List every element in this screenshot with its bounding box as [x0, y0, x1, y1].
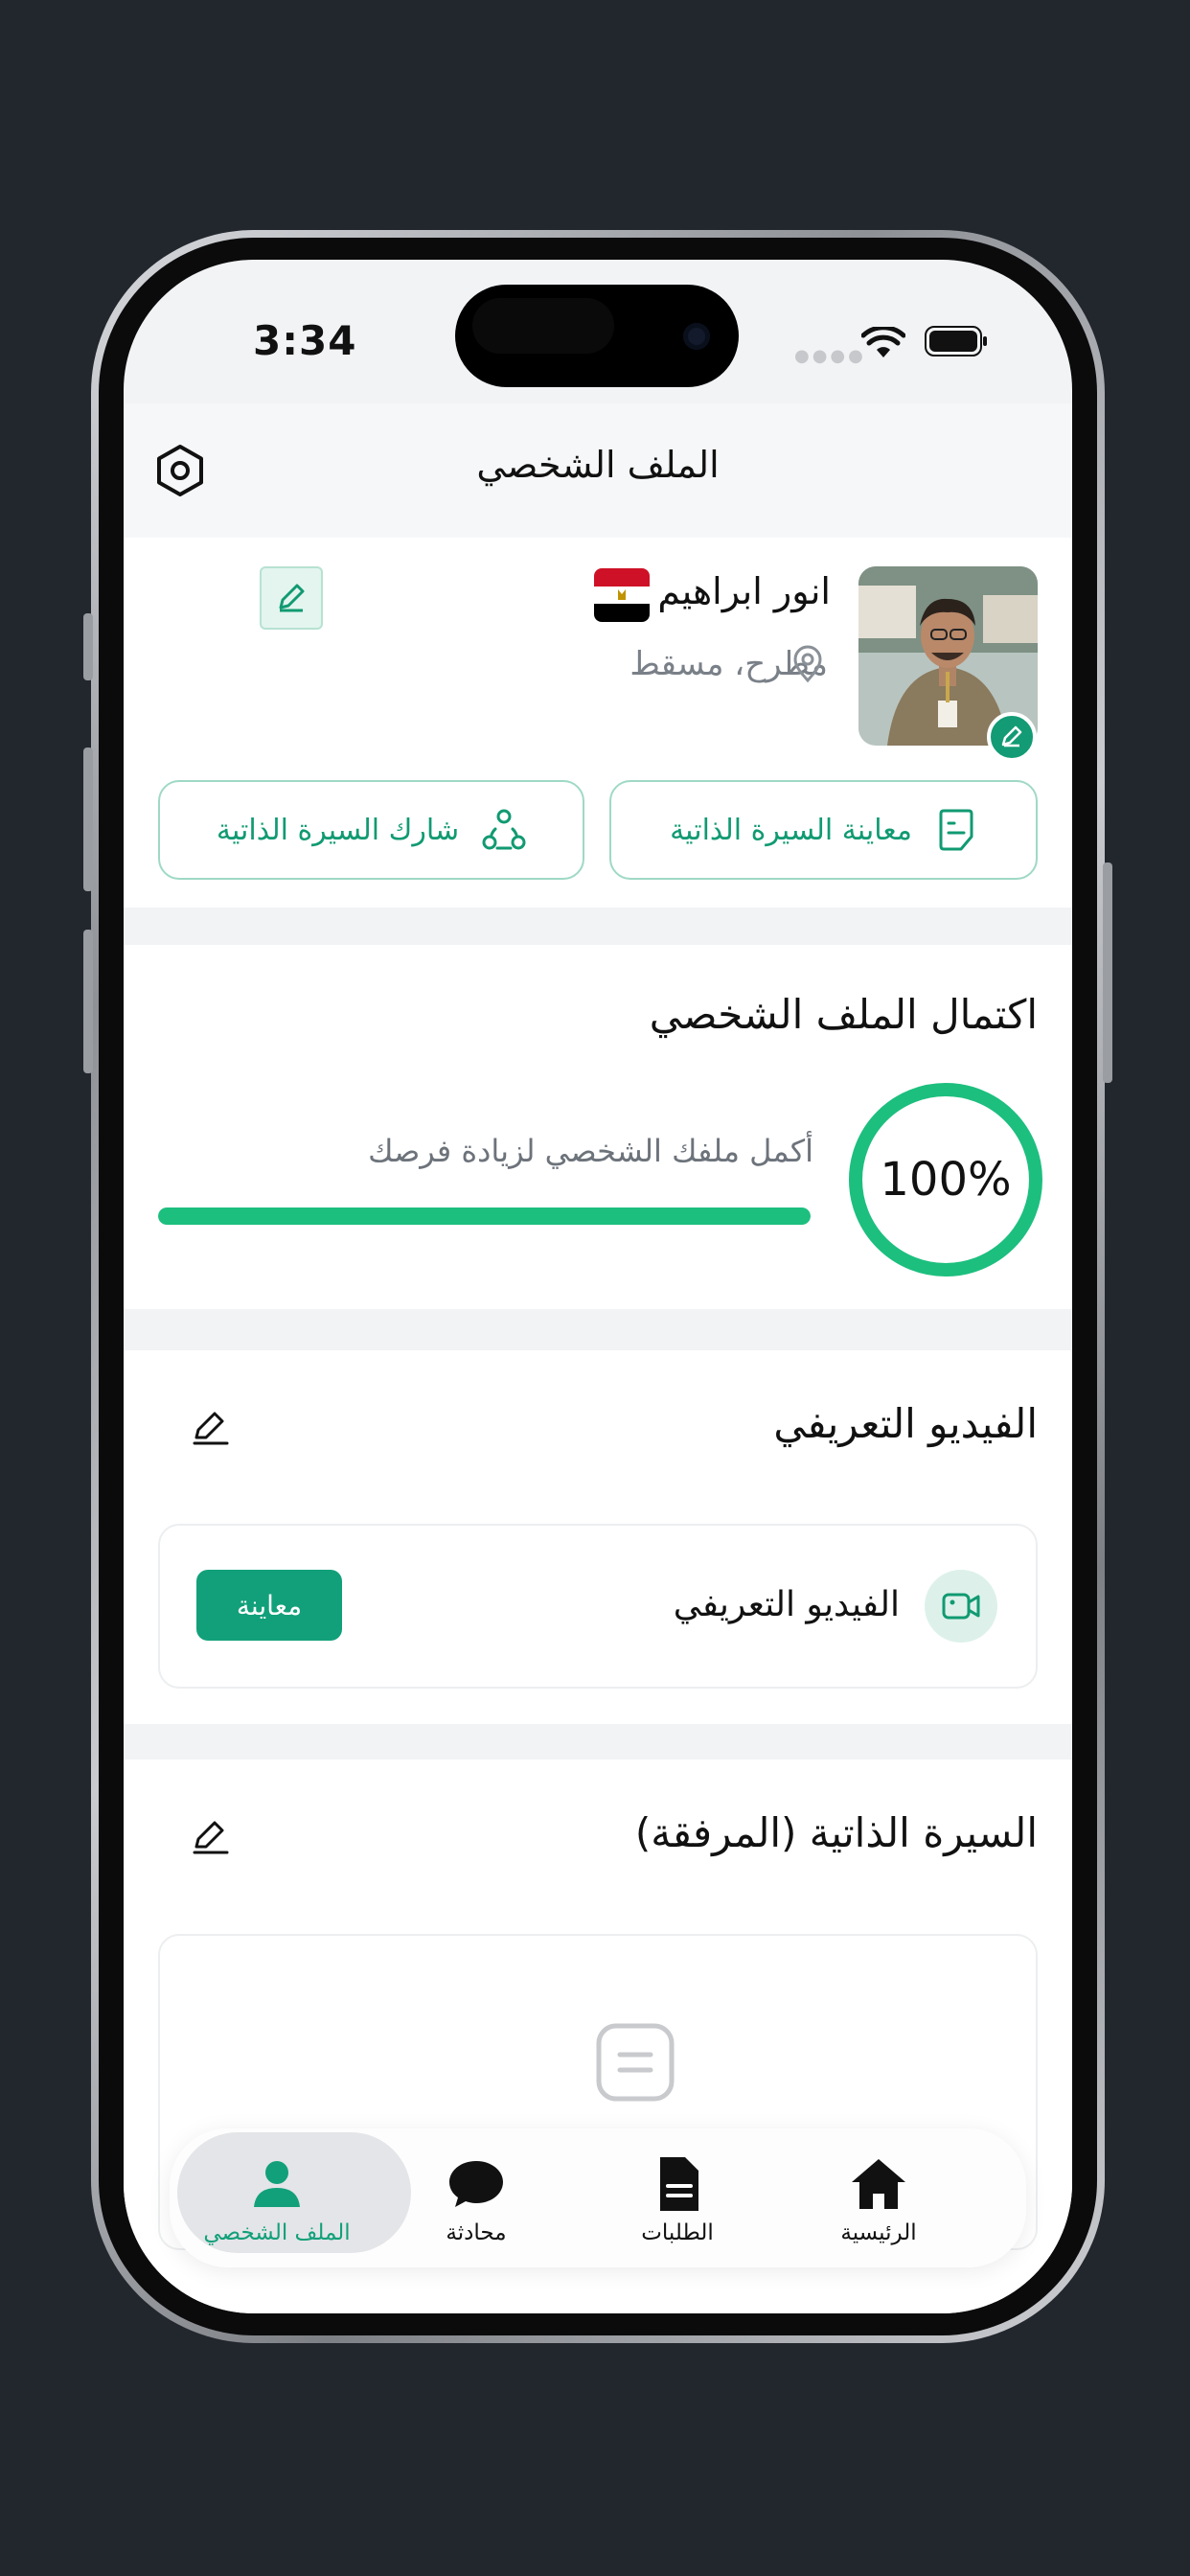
nav-item-requests[interactable]: الطلبات: [582, 2128, 773, 2267]
status-time: 3:34: [253, 317, 357, 364]
nav-label-home: الرئيسية: [840, 2220, 917, 2245]
preview-cv-label: معاينة السيرة الذاتية: [670, 813, 912, 847]
nav-item-profile[interactable]: الملف الشخصي: [181, 2128, 373, 2267]
edit-cv-pencil-icon[interactable]: [191, 1817, 231, 1857]
cv-section-title: السيرة الذاتية (المرفقة): [634, 1809, 1038, 1856]
video-preview-button[interactable]: معاينة: [196, 1570, 342, 1641]
phone-volume-down-button: [83, 930, 93, 1073]
video-item-label: الفيديو التعريفي: [673, 1585, 900, 1624]
user-name: انور ابراهيم: [657, 570, 831, 612]
intro-video-card: الفيديو التعريفي الفيديو التعريفي معاينة: [124, 1350, 1072, 1724]
profile-card: انور ابراهيم مطرح، مسقط معاينة السيرة ال…: [124, 538, 1072, 908]
location-pin-icon: [793, 645, 822, 683]
battery-icon: [925, 326, 987, 356]
person-icon: [254, 2161, 300, 2207]
avatar-edit-button[interactable]: [987, 712, 1037, 762]
preview-cv-button[interactable]: معاينة السيرة الذاتية: [609, 780, 1038, 880]
profile-completion-card: اكتمال الملف الشخصي أكمل ملفك الشخصي لزي…: [124, 945, 1072, 1309]
share-cv-button[interactable]: شارك السيرة الذاتية: [158, 780, 584, 880]
chat-bubble-icon: [449, 2161, 503, 2207]
nav-item-chat[interactable]: محادثة: [380, 2128, 572, 2267]
document-preview-icon: [939, 809, 973, 851]
app-screen: 3:34 ●●●● الملف الشخصي انور ابراهيم مطرح…: [124, 260, 1072, 2313]
video-section-title: الفيديو التعريفي: [773, 1400, 1038, 1447]
nav-label-profile: الملف الشخصي: [203, 2220, 351, 2245]
phone-volume-up-button: [83, 748, 93, 891]
video-camera-icon: [942, 1593, 980, 1620]
completion-progress-fill: [158, 1208, 811, 1225]
intro-video-item: الفيديو التعريفي معاينة: [158, 1524, 1038, 1689]
nav-label-requests: الطلبات: [641, 2220, 714, 2245]
completion-subtitle: أكمل ملفك الشخصي لزيادة فرصك: [368, 1133, 813, 1169]
front-camera-icon: [683, 323, 710, 350]
document-icon: [660, 2157, 698, 2211]
edit-video-pencil-icon[interactable]: [191, 1408, 231, 1448]
nav-item-home[interactable]: الرئيسية: [783, 2128, 974, 2267]
dynamic-island: [455, 285, 739, 387]
pencil-icon: [279, 584, 305, 612]
completion-title: اكتمال الملف الشخصي: [649, 991, 1038, 1038]
edit-profile-button[interactable]: [260, 566, 323, 630]
document-placeholder-icon: [596, 2023, 675, 2102]
signal-dots-icon: ●●●●: [794, 346, 866, 366]
bottom-nav: الملف الشخصي محادثة الطلبات الرئيسية: [170, 2128, 1026, 2267]
nav-label-chat: محادثة: [446, 2220, 507, 2245]
phone-action-button: [83, 613, 93, 680]
share-network-icon: [482, 809, 526, 850]
home-icon: [852, 2159, 905, 2209]
settings-hexagon-icon[interactable]: [152, 443, 208, 498]
share-cv-label: شارك السيرة الذاتية: [216, 813, 460, 847]
video-icon-circle: [925, 1570, 997, 1643]
pencil-icon: [1001, 725, 1022, 748]
wifi-icon: [861, 327, 905, 357]
completion-progress-bar: [158, 1208, 811, 1225]
egypt-flag-icon: [594, 568, 650, 622]
phone-power-button: [1103, 862, 1112, 1083]
completion-percent: 100%: [880, 1153, 1012, 1207]
page-title: الملف الشخصي: [476, 444, 720, 486]
